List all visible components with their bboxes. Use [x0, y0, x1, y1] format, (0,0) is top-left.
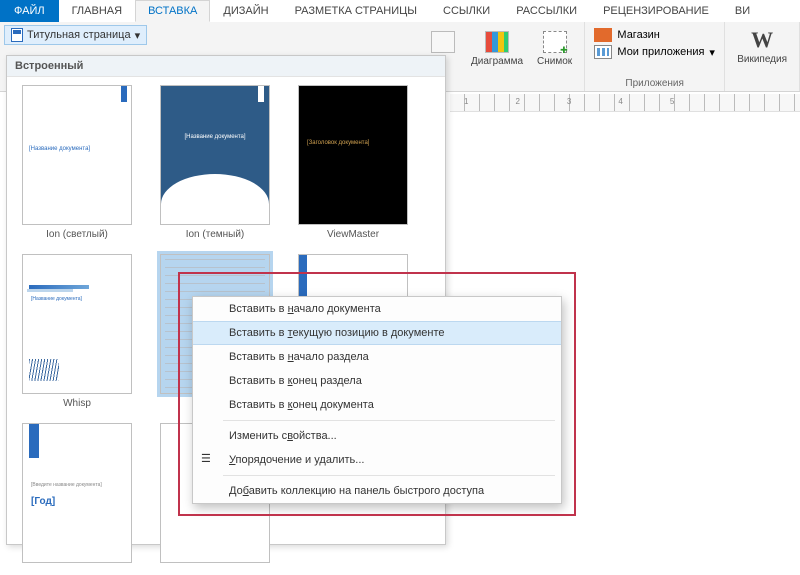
chevron-down-icon: ▾	[135, 29, 141, 42]
annotation-rectangle	[178, 272, 576, 516]
gallery-thumb-label: Ion (светлый)	[46, 229, 108, 240]
ribbon-tabstrip: ФАЙЛ ГЛАВНАЯВСТАВКАДИЗАЙНРАЗМЕТКА СТРАНИ…	[0, 0, 800, 22]
chart-icon	[485, 31, 509, 53]
gallery-item[interactable]: [Название документа] Whisp	[15, 254, 139, 409]
gallery-section-header: Встроенный	[7, 56, 445, 77]
store-button[interactable]: Магазин	[594, 28, 659, 42]
apps-group-label: Приложения	[625, 78, 684, 89]
cover-page-label: Титульная страница	[27, 29, 131, 41]
gallery-item[interactable]: [Название документа] Ion (светлый)	[15, 85, 139, 240]
wikipedia-button[interactable]: W Википедия	[731, 24, 793, 67]
myapps-icon	[594, 45, 612, 59]
gallery-thumb[interactable]: [Название документа]	[22, 85, 132, 225]
gallery-thumb-label: Whisp	[63, 398, 91, 409]
tab-ссылки[interactable]: ССЫЛКИ	[430, 0, 503, 22]
gallery-item[interactable]: [Название документа] Ion (темный)	[153, 85, 277, 240]
gallery-thumb[interactable]: [Название документа]	[160, 85, 270, 225]
tab-рассылки[interactable]: РАССЫЛКИ	[503, 0, 590, 22]
ribbon-group-wiki: W Википедия	[725, 22, 800, 91]
tab-рецензирование[interactable]: РЕЦЕНЗИРОВАНИЕ	[590, 0, 722, 22]
myapps-button[interactable]: Мои приложения ▾	[594, 45, 715, 59]
tab-главная[interactable]: ГЛАВНАЯ	[59, 0, 135, 22]
tab-вставка[interactable]: ВСТАВКА	[135, 0, 210, 22]
screenshot-button[interactable]: Снимок	[531, 26, 578, 69]
gallery-thumb[interactable]: [Введите название документа][Год]	[22, 423, 132, 563]
screenshot-icon	[543, 31, 567, 53]
store-icon	[594, 28, 612, 42]
ribbon-group-apps: Магазин Мои приложения ▾ Приложения	[585, 22, 725, 91]
cover-page-button[interactable]: Титульная страница ▾	[4, 25, 147, 45]
gallery-thumb-label: Ion (темный)	[186, 229, 245, 240]
gallery-thumb-label: ViewMaster	[327, 229, 379, 240]
tab-file[interactable]: ФАЙЛ	[0, 0, 59, 22]
horizontal-ruler: 12345	[450, 94, 800, 112]
gallery-item[interactable]: [Введите название документа][Год]	[15, 423, 139, 567]
wikipedia-icon: W	[748, 26, 776, 54]
chevron-down-icon: ▾	[709, 46, 715, 59]
chart-button[interactable]: Диаграмма	[465, 26, 529, 69]
tab-дизайн[interactable]: ДИЗАЙН	[210, 0, 281, 22]
cover-page-icon	[11, 28, 23, 42]
gallery-thumb[interactable]: [Название документа]	[22, 254, 132, 394]
gallery-thumb[interactable]: [Заголовок документа]	[298, 85, 408, 225]
smartart-icon	[431, 31, 455, 53]
gallery-item[interactable]: [Заголовок документа] ViewMaster	[291, 85, 415, 240]
tab-ви[interactable]: ВИ	[722, 0, 763, 22]
tab-разметка страницы[interactable]: РАЗМЕТКА СТРАНИЦЫ	[282, 0, 430, 22]
